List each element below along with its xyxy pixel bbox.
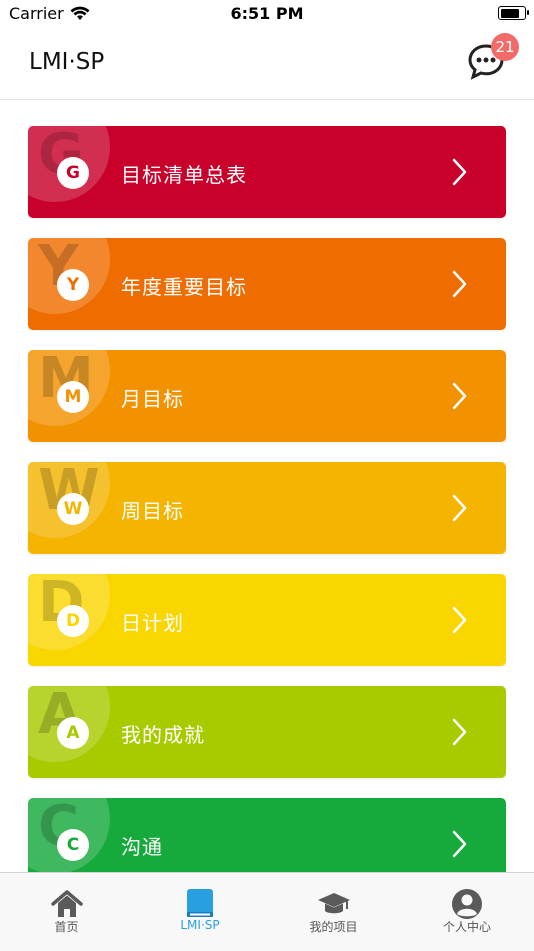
chevron-right-icon <box>452 270 467 298</box>
chevron-right-icon <box>452 158 467 186</box>
menu-card-y[interactable]: Y Y 年度重要目标 <box>28 238 506 330</box>
menu-list: GG目标清单总表YY年度重要目标MM月目标WW周目标DD日计划AA我的成就CC沟… <box>28 126 506 910</box>
chevron-right-icon <box>452 830 467 858</box>
book-icon <box>183 887 217 921</box>
message-badge: 21 <box>491 33 519 61</box>
chevron-right-icon <box>452 382 467 410</box>
menu-card-a[interactable]: A A 我的成就 <box>28 686 506 778</box>
battery-level <box>500 8 520 18</box>
status-bar: Carrier 6:51 PM <box>0 0 534 28</box>
menu-card-m[interactable]: M M 月目标 <box>28 350 506 442</box>
tab-label: 首页 <box>54 920 79 934</box>
page-title: LMI·SP <box>29 49 105 75</box>
letter-badge: Y <box>57 269 89 301</box>
battery-icon <box>498 6 529 20</box>
menu-card-label: 年度重要目标 <box>121 275 247 299</box>
menu-card-label: 沟通 <box>121 835 163 859</box>
menu-card-d[interactable]: D D 日计划 <box>28 574 506 666</box>
menu-card-g[interactable]: G G 目标清单总表 <box>28 126 506 218</box>
letter-badge: G <box>57 157 89 189</box>
status-time: 6:51 PM <box>230 4 304 23</box>
tab-label: 我的项目 <box>309 920 358 934</box>
tab-2[interactable]: LMI·SP <box>134 873 267 937</box>
tab-label: 个人中心 <box>442 920 491 934</box>
letter-badge: A <box>57 717 89 749</box>
letter-badge: C <box>57 829 89 861</box>
graduation-cap-icon <box>317 887 351 921</box>
tab-label: LMI·SP <box>180 918 220 932</box>
menu-card-label: 日计划 <box>121 611 184 635</box>
chevron-right-icon <box>452 718 467 746</box>
letter-badge: W <box>57 493 89 525</box>
chevron-right-icon <box>452 606 467 634</box>
menu-card-label: 我的成就 <box>121 723 205 747</box>
letter-badge: D <box>57 605 89 637</box>
menu-card-label: 目标清单总表 <box>121 163 247 187</box>
menu-card-label: 周目标 <box>121 499 184 523</box>
tab-1[interactable]: 首页 <box>0 873 133 937</box>
menu-card-w[interactable]: WW周目标 <box>28 462 506 554</box>
tab-bar: 首页 LMI·SP 我的项目 个人中心 <box>0 872 534 951</box>
tab-3[interactable]: 我的项目 <box>267 873 400 937</box>
letter-badge: M <box>57 381 89 413</box>
nav-bar: LMI·SP <box>0 28 534 100</box>
user-icon <box>450 887 484 921</box>
menu-card-label: 月目标 <box>121 387 184 411</box>
tab-4[interactable]: 个人中心 <box>401 873 534 937</box>
chevron-right-icon <box>452 494 467 522</box>
home-icon <box>50 887 84 921</box>
